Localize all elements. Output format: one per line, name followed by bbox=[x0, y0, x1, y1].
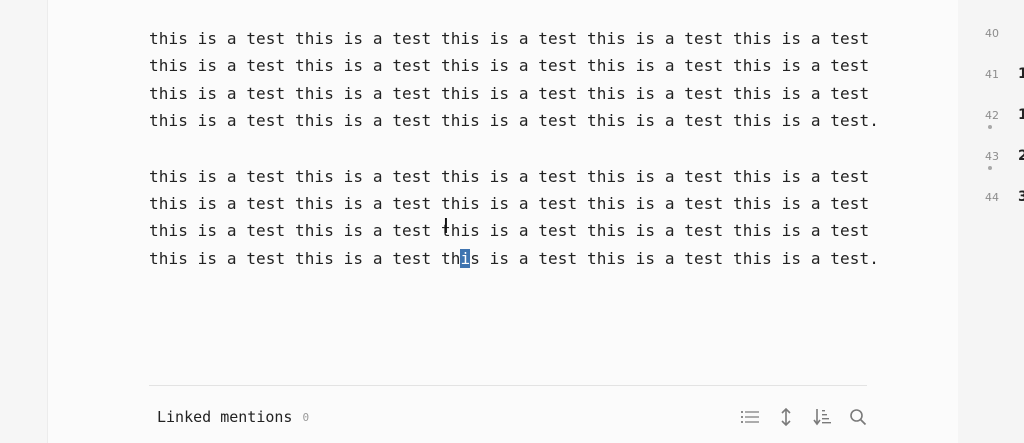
editor-content[interactable]: this is a test this is a test this is a … bbox=[149, 25, 879, 300]
outline-panel: 40 41 1 42 1 43 2 44 3 bbox=[958, 0, 1024, 443]
text-before-selection[interactable]: this is a test this is a test th bbox=[149, 249, 460, 268]
paragraph-1[interactable]: this is a test this is a test this is a … bbox=[149, 25, 879, 135]
selected-text[interactable]: i bbox=[460, 248, 471, 268]
outline-row[interactable]: 43 2 bbox=[958, 148, 1024, 170]
text-line[interactable]: this is a test this is a test this is a … bbox=[149, 52, 869, 79]
text-line[interactable]: this is a test this is a test this is a … bbox=[149, 80, 869, 107]
list-icon[interactable] bbox=[739, 406, 761, 428]
paragraph-2[interactable]: this is a test this is a test this is a … bbox=[149, 163, 879, 273]
line-number: 40 bbox=[985, 27, 999, 40]
text-cursor-icon: I bbox=[443, 214, 449, 238]
linked-mentions-title[interactable]: Linked mentions bbox=[157, 408, 292, 426]
editor-pane: this is a test this is a test this is a … bbox=[47, 0, 959, 443]
outline-peek-text: 1 bbox=[1018, 107, 1024, 123]
line-number: 41 bbox=[985, 68, 999, 81]
bullet-dot-icon bbox=[988, 166, 992, 170]
outline-row[interactable]: 42 1 bbox=[958, 107, 1024, 129]
text-line[interactable]: this is a test this is a test this is a … bbox=[149, 163, 869, 190]
outline-row[interactable]: 44 3 bbox=[958, 189, 1024, 211]
linked-mentions-toolbar bbox=[739, 406, 869, 428]
outline-peek-text: 3 bbox=[1018, 189, 1024, 205]
outline-peek-text: 2 bbox=[1018, 148, 1024, 164]
search-icon[interactable] bbox=[847, 406, 869, 428]
sort-icon[interactable] bbox=[811, 406, 833, 428]
linked-mentions-bar: Linked mentions 0 bbox=[157, 402, 869, 432]
collapse-expand-icon[interactable] bbox=[775, 406, 797, 428]
text-line[interactable]: this is a test this is a test this is a … bbox=[149, 190, 869, 217]
text-line[interactable]: this is a test this is a test this is a … bbox=[149, 107, 879, 134]
outline-row[interactable]: 40 bbox=[958, 27, 1024, 47]
text-after-selection[interactable]: s is a test this is a test this is a tes… bbox=[470, 249, 879, 268]
text-line[interactable]: this is a test this is a test this is a … bbox=[149, 25, 869, 52]
linked-mentions-count: 0 bbox=[302, 410, 310, 424]
line-number: 42 bbox=[985, 109, 999, 122]
divider bbox=[149, 385, 867, 386]
outline-row[interactable]: 41 1 bbox=[958, 66, 1024, 88]
text-line[interactable]: this is a test this is a test this is a … bbox=[149, 217, 869, 244]
line-number: 44 bbox=[985, 191, 999, 204]
text-line-with-selection[interactable]: this is a test this is a test this is a … bbox=[149, 245, 879, 272]
bullet-dot-icon bbox=[988, 125, 992, 129]
line-number: 43 bbox=[985, 150, 999, 163]
outline-peek-text: 1 bbox=[1018, 66, 1024, 82]
